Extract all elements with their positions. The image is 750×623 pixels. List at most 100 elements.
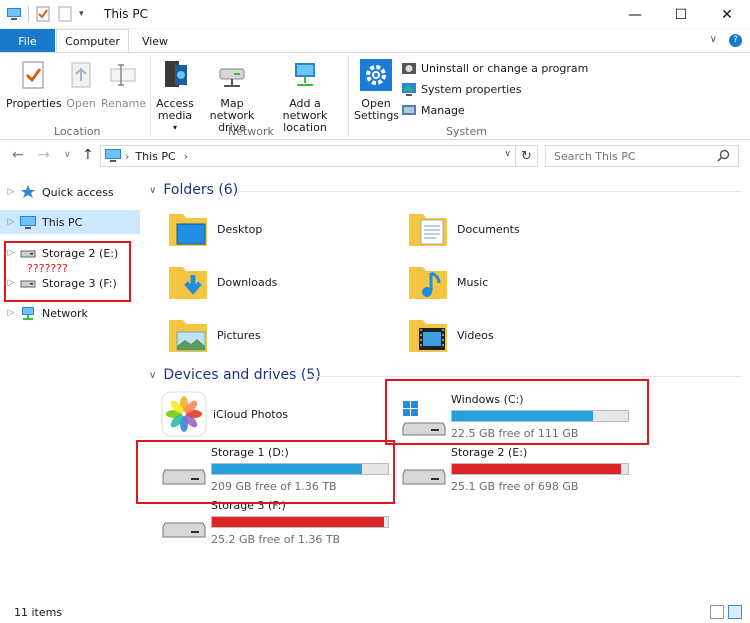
minimize-button[interactable]: —: [612, 0, 658, 29]
desktop-folder-icon: [169, 214, 207, 246]
navigation-pane: ▷ Quick access ▷ This PC ▷ Storage 2 (E:…: [0, 172, 140, 602]
group-header-folders[interactable]: ∨ Folders (6): [149, 182, 238, 198]
settings-gear-icon: [360, 59, 392, 91]
breadcrumb-chevron[interactable]: ›: [125, 150, 129, 163]
group-header-devices[interactable]: ∨ Devices and drives (5): [149, 367, 321, 383]
videos-folder-icon: [409, 320, 447, 352]
title-bar: ▾ This PC — ☐ ✕: [0, 0, 750, 29]
annotation-highlight: [136, 440, 395, 504]
expand-chevron-icon[interactable]: ▷: [2, 217, 20, 227]
folder-downloads[interactable]: Downloads: [165, 259, 277, 305]
tab-file[interactable]: File: [0, 29, 55, 53]
access-media-button[interactable]: Access media ▾: [154, 59, 196, 134]
tab-computer[interactable]: Computer: [56, 29, 129, 53]
item-count: 11 items: [14, 606, 63, 619]
usage-bar: [211, 516, 389, 528]
map-network-drive-button[interactable]: Map network drive: [198, 59, 266, 134]
properties-icon: [22, 61, 44, 89]
help-icon[interactable]: ?: [729, 34, 742, 47]
drive-storage-3-f[interactable]: Storage 3 (F:) 25.2 GB free of 1.36 TB: [161, 499, 401, 549]
customize-toolbar-icon[interactable]: ▾: [79, 9, 84, 19]
documents-folder-icon: [409, 214, 447, 246]
rename-icon: [110, 64, 136, 86]
network-icon: [22, 307, 34, 320]
breadcrumb-this-pc[interactable]: This PC: [135, 150, 175, 163]
status-bar: 11 items: [0, 602, 750, 623]
search-input[interactable]: [554, 149, 714, 163]
quick-access-toolbar: ▾: [6, 6, 84, 22]
search-icon: [717, 149, 730, 162]
manage-button[interactable]: Manage: [401, 102, 465, 118]
group-divider: [307, 376, 741, 377]
ribbon-controls: ∨ ?: [710, 34, 742, 47]
usage-bar-fill: [452, 464, 621, 474]
collapse-chevron-icon[interactable]: ∨: [149, 370, 156, 381]
group-separator: [150, 57, 151, 137]
breadcrumb-chevron[interactable]: ›: [184, 150, 188, 163]
drive-storage-2-e[interactable]: Storage 2 (E:) 25.1 GB free of 698 GB: [401, 446, 641, 496]
rename-button[interactable]: Rename: [101, 59, 146, 110]
group-label-network: Network: [228, 125, 274, 138]
expand-ribbon-icon[interactable]: ∨: [710, 34, 717, 47]
group-label-system: System: [446, 125, 488, 138]
close-button[interactable]: ✕: [704, 0, 750, 29]
window-title: This PC: [104, 7, 148, 21]
expand-chevron-icon[interactable]: ▷: [2, 187, 20, 197]
folder-pictures[interactable]: Pictures: [165, 312, 261, 358]
drive-icon: [162, 522, 206, 538]
uninstall-program-button[interactable]: Uninstall or change a program: [401, 60, 588, 76]
open-button[interactable]: Open: [63, 59, 99, 110]
folder-music[interactable]: Music: [405, 259, 488, 305]
address-bar[interactable]: › This PC › ∨ ↻: [100, 145, 538, 167]
folder-desktop[interactable]: Desktop: [165, 206, 262, 252]
annotation-highlight: [385, 379, 649, 445]
folder-documents[interactable]: Documents: [405, 206, 520, 252]
new-folder-icon[interactable]: [57, 6, 73, 22]
expand-chevron-icon[interactable]: ▷: [2, 308, 20, 318]
tiles-view-icon[interactable]: [728, 605, 742, 619]
nav-item-network[interactable]: ▷ Network: [0, 301, 140, 325]
music-folder-icon: [409, 267, 447, 299]
uninstall-icon: [402, 63, 416, 74]
computer-icon: [7, 8, 21, 20]
properties-icon[interactable]: [35, 6, 51, 22]
usage-bar: [451, 463, 629, 475]
usage-bar-fill: [212, 517, 385, 527]
group-separator: [348, 57, 349, 137]
address-bar-row: ← → ∨ ↑ › This PC › ∨ ↻: [0, 141, 750, 171]
icloud-photos-item[interactable]: iCloud Photos: [161, 391, 288, 437]
open-icon: [71, 62, 91, 88]
ribbon: Properties Open Rename Location Access m…: [0, 52, 750, 140]
view-switcher: [710, 605, 742, 619]
system-properties-button[interactable]: System properties: [401, 81, 522, 97]
group-divider: [239, 191, 741, 192]
star-icon: [21, 185, 35, 198]
drive-icon: [402, 469, 446, 485]
refresh-icon[interactable]: ↻: [515, 146, 537, 166]
nav-item-this-pc[interactable]: ▷ This PC: [0, 210, 140, 234]
open-settings-button[interactable]: Open Settings: [354, 59, 399, 122]
address-dropdown-icon[interactable]: ∨: [504, 149, 511, 159]
separator: [28, 6, 29, 22]
maximize-button[interactable]: ☐: [658, 0, 704, 29]
up-arrow-icon[interactable]: ↑: [82, 147, 94, 163]
network-drive-icon: [219, 68, 245, 87]
add-network-location-button[interactable]: Add a network location: [268, 59, 342, 134]
ribbon-tabs: File Computer View ∨ ?: [0, 29, 750, 53]
group-label-location: Location: [54, 125, 101, 138]
computer-icon: [20, 216, 36, 229]
forward-arrow-icon[interactable]: →: [38, 147, 50, 163]
folder-videos[interactable]: Videos: [405, 312, 494, 358]
collapse-chevron-icon[interactable]: ∨: [149, 185, 156, 196]
search-box[interactable]: [545, 145, 739, 167]
downloads-folder-icon: [169, 267, 207, 299]
window-controls: — ☐ ✕: [612, 0, 750, 29]
recent-locations-icon[interactable]: ∨: [64, 150, 71, 160]
details-view-icon[interactable]: [710, 605, 724, 619]
properties-button[interactable]: Properties: [6, 59, 62, 110]
back-arrow-icon[interactable]: ←: [12, 147, 24, 163]
nav-item-quick-access[interactable]: ▷ Quick access: [0, 180, 140, 204]
media-server-icon: [165, 61, 187, 87]
computer-icon: [105, 149, 121, 162]
tab-view[interactable]: View: [132, 29, 178, 53]
